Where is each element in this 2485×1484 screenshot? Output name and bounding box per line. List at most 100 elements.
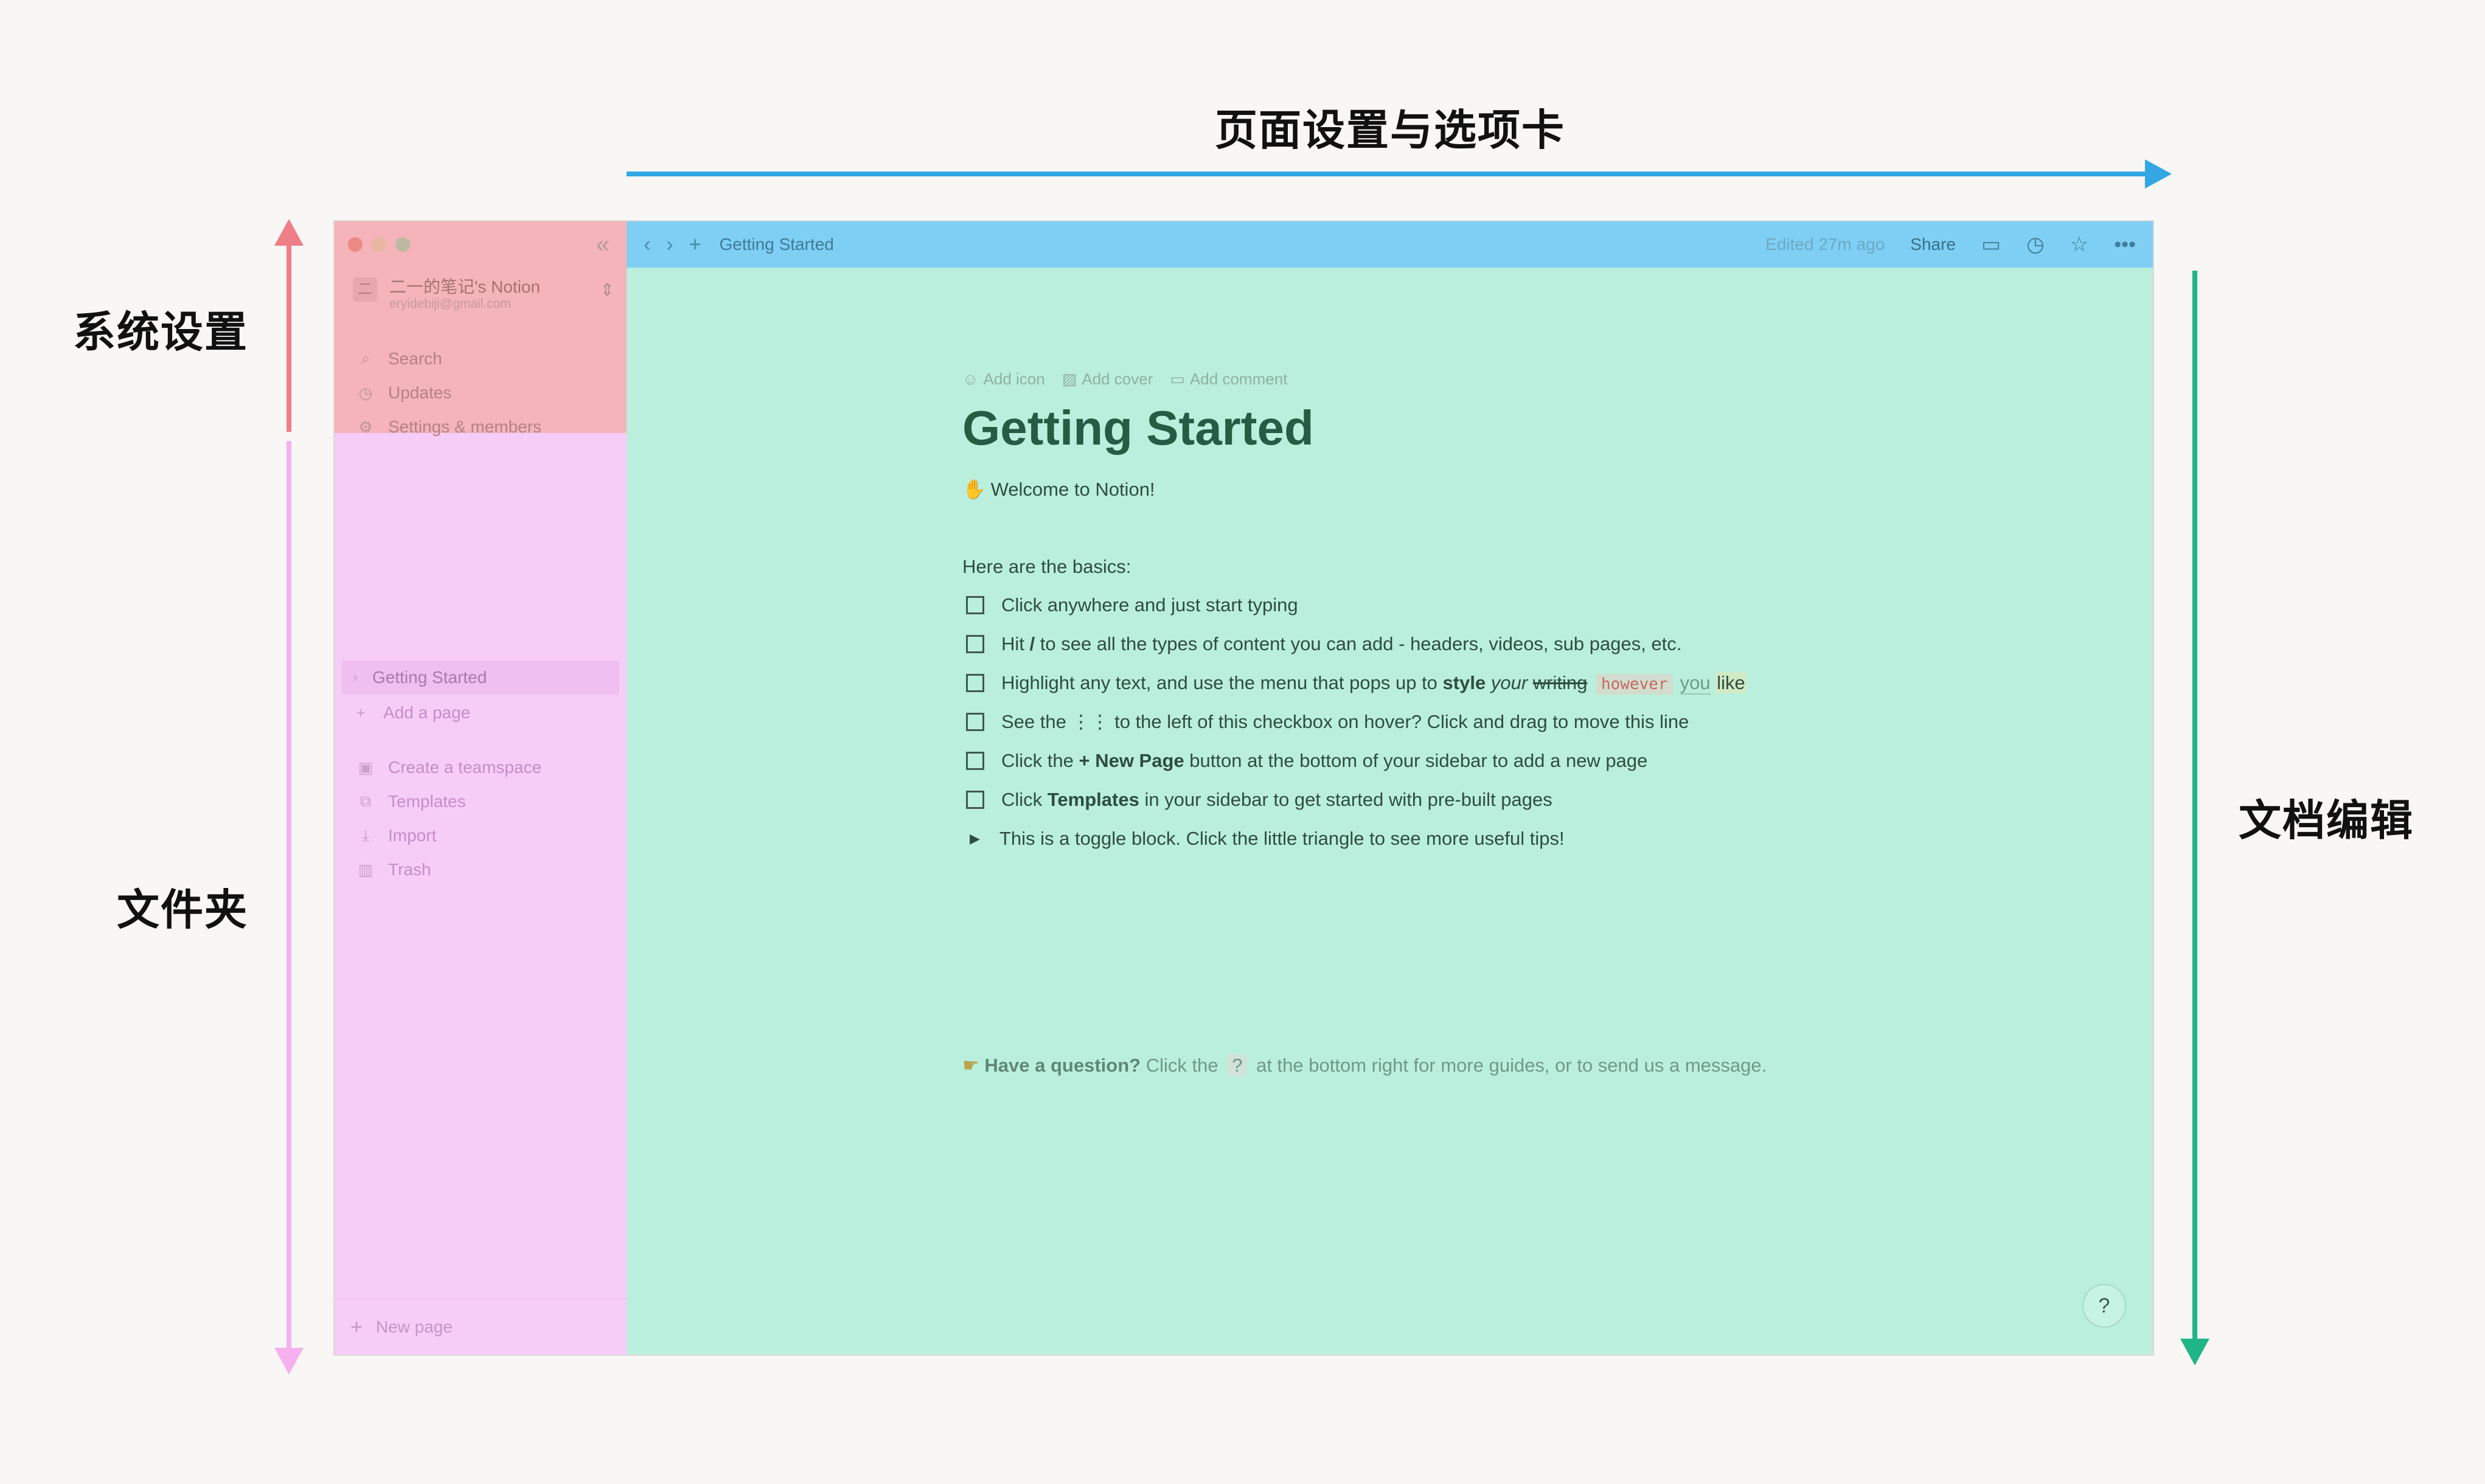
- sidebar-item-updates[interactable]: ◷ Updates: [335, 376, 627, 410]
- todo-checkbox[interactable]: [966, 674, 984, 692]
- todo-checkbox[interactable]: [966, 752, 984, 770]
- todo-item[interactable]: Click Templates in your sidebar to get s…: [962, 785, 1552, 815]
- bold-text: style: [1442, 672, 1486, 693]
- add-cover-label: Add cover: [1082, 370, 1153, 388]
- sidebar-item-settings[interactable]: ⚙ Settings & members: [335, 410, 627, 444]
- workspace-icon: 二: [353, 277, 377, 302]
- todo-item[interactable]: Highlight any text, and use the menu tha…: [962, 668, 1746, 698]
- arrow-doc-editing: [2180, 271, 2209, 1365]
- back-arrow-icon[interactable]: ‹: [644, 233, 650, 257]
- italic-text: your: [1490, 672, 1528, 693]
- text-run: Hit: [1001, 633, 1030, 654]
- todo-checkbox[interactable]: [966, 635, 984, 653]
- share-button[interactable]: Share: [1910, 235, 1956, 254]
- page-title-label: Getting Started: [372, 668, 487, 687]
- todo-item[interactable]: See the ⋮⋮ to the left of this checkbox …: [962, 707, 1689, 737]
- add-icon-button[interactable]: ☺ Add icon: [962, 370, 1045, 389]
- todo-item[interactable]: Hit / to see all the types of content yo…: [962, 629, 1681, 659]
- collapse-sidebar-icon[interactable]: «: [596, 231, 610, 258]
- sidebar-item-add-page[interactable]: + Add a page: [335, 696, 627, 730]
- more-icon[interactable]: •••: [2114, 233, 2136, 257]
- bold-text: Have a question?: [984, 1055, 1141, 1076]
- todo-text: Click anywhere and just start typing: [1001, 594, 1298, 615]
- slash-key: /: [1029, 633, 1035, 654]
- zoom-window-button[interactable]: [395, 237, 410, 252]
- window-controls: [348, 237, 410, 252]
- text-run: button at the bottom of your sidebar to …: [1184, 750, 1648, 771]
- text-run: Click: [1001, 789, 1048, 810]
- welcome-line[interactable]: ✋ Welcome to Notion!: [962, 478, 1155, 501]
- sidebar-item-import[interactable]: ⤓ Import: [335, 819, 627, 853]
- chevron-updown-icon: ⇕: [600, 280, 614, 299]
- sidebar: « 二 二一的笔记's Notion eryidebiji@gmail.com …: [335, 221, 693, 1354]
- add-icon-label: Add icon: [983, 370, 1045, 388]
- sidebar-item-label: Create a teamspace: [388, 758, 542, 777]
- help-button[interactable]: ?: [2082, 1284, 2126, 1328]
- smiley-icon: ☺: [962, 370, 979, 388]
- history-clock-icon[interactable]: ◷: [2026, 232, 2045, 257]
- text-run: Click the: [1141, 1055, 1224, 1076]
- toggle-block[interactable]: ▶ This is a toggle block. Click the litt…: [962, 823, 1565, 854]
- text-run: to the left of this checkbox on hover? C…: [1109, 711, 1689, 732]
- sidebar-item-label: Add a page: [383, 703, 471, 722]
- close-window-button[interactable]: [348, 237, 363, 252]
- workspace-switcher[interactable]: 二 二一的笔记's Notion eryidebiji@gmail.com ⇕: [353, 271, 614, 319]
- gear-icon: ⚙: [358, 417, 373, 436]
- templates-icon: ⧉: [360, 792, 372, 810]
- arrow-folder: [274, 441, 304, 1375]
- star-icon[interactable]: ☆: [2070, 232, 2088, 257]
- page-actions: ☺ Add icon ▨ Add cover ▭ Add comment: [962, 370, 1287, 389]
- page-title[interactable]: Getting Started: [962, 400, 1314, 456]
- inline-code: however: [1596, 674, 1673, 695]
- todo-checkbox[interactable]: [966, 713, 984, 731]
- minimize-window-button[interactable]: [372, 237, 386, 252]
- todo-checkbox[interactable]: [966, 791, 984, 809]
- text-run: See the: [1001, 711, 1072, 732]
- new-page-button[interactable]: + New page: [335, 1298, 627, 1354]
- search-icon: ⌕: [361, 349, 370, 367]
- breadcrumb[interactable]: Getting Started: [720, 235, 834, 254]
- sidebar-item-label: Import: [388, 826, 437, 845]
- sidebar-page-getting-started[interactable]: › ▤ Getting Started: [342, 661, 693, 695]
- annotation-folder: 文件夹: [117, 885, 248, 935]
- todo-item[interactable]: Click the + New Page button at the botto…: [962, 746, 1647, 776]
- arrow-horizontal: [627, 159, 2172, 189]
- bold-text: Templates: [1047, 789, 1139, 810]
- teamspace-icon: ▣: [358, 758, 374, 777]
- todo-item[interactable]: Click anywhere and just start typing: [962, 590, 1298, 620]
- basics-heading[interactable]: Here are the basics:: [962, 556, 1131, 578]
- todo-text: Click the + New Page button at the botto…: [1001, 750, 1647, 772]
- sidebar-item-label: Templates: [388, 792, 466, 811]
- toggle-text: This is a toggle block. Click the little…: [999, 828, 1565, 849]
- todo-checkbox[interactable]: [966, 596, 984, 614]
- strikethrough-text: writing: [1532, 672, 1588, 693]
- new-page-label: New page: [375, 1317, 453, 1336]
- sidebar-item-label: Trash: [388, 860, 431, 879]
- text-run: in your sidebar to get started with pre-…: [1139, 789, 1552, 810]
- todo-text: See the ⋮⋮ to the left of this checkbox …: [1001, 711, 1689, 733]
- underlined-text: you: [1680, 672, 1711, 695]
- add-comment-button[interactable]: ▭ Add comment: [1170, 370, 1287, 389]
- topbar: ‹ › + Getting Started Edited 27m ago Sha…: [627, 221, 2153, 268]
- arrow-system-settings: [274, 219, 304, 432]
- text-run: at the bottom right for more guides, or …: [1251, 1055, 1767, 1076]
- sidebar-item-search[interactable]: ⌕ Search: [335, 342, 627, 376]
- document-editor[interactable]: ☺ Add icon ▨ Add cover ▭ Add comment Gettin…: [627, 268, 2153, 1354]
- workspace-email: eryidebiji@gmail.com: [389, 297, 511, 311]
- wave-icon: ✋: [962, 479, 986, 500]
- add-cover-button[interactable]: ▨ Add cover: [1062, 370, 1153, 389]
- callout-question[interactable]: ☛ Have a question? Click the ? at the bo…: [962, 1055, 1767, 1077]
- chevron-right-icon[interactable]: ›: [353, 669, 366, 686]
- clock-icon: ◷: [358, 383, 373, 402]
- toggle-triangle-icon[interactable]: ▶: [970, 831, 980, 847]
- new-tab-plus-icon[interactable]: +: [689, 233, 701, 257]
- annotation-page-settings-tabs: 页面设置与选项卡: [1215, 105, 1565, 155]
- sidebar-item-label: Settings & members: [388, 417, 542, 436]
- sidebar-item-trash[interactable]: ▥ Trash: [335, 853, 627, 887]
- sidebar-item-create-teamspace[interactable]: ▣ Create a teamspace: [335, 751, 627, 785]
- sidebar-item-templates[interactable]: ⧉ Templates: [335, 785, 627, 819]
- sidebar-system-section: « 二 二一的笔记's Notion eryidebiji@gmail.com …: [335, 221, 627, 436]
- trash-icon: ▥: [358, 860, 374, 879]
- comment-icon[interactable]: ▭: [1981, 232, 2001, 257]
- forward-arrow-icon[interactable]: ›: [666, 233, 673, 257]
